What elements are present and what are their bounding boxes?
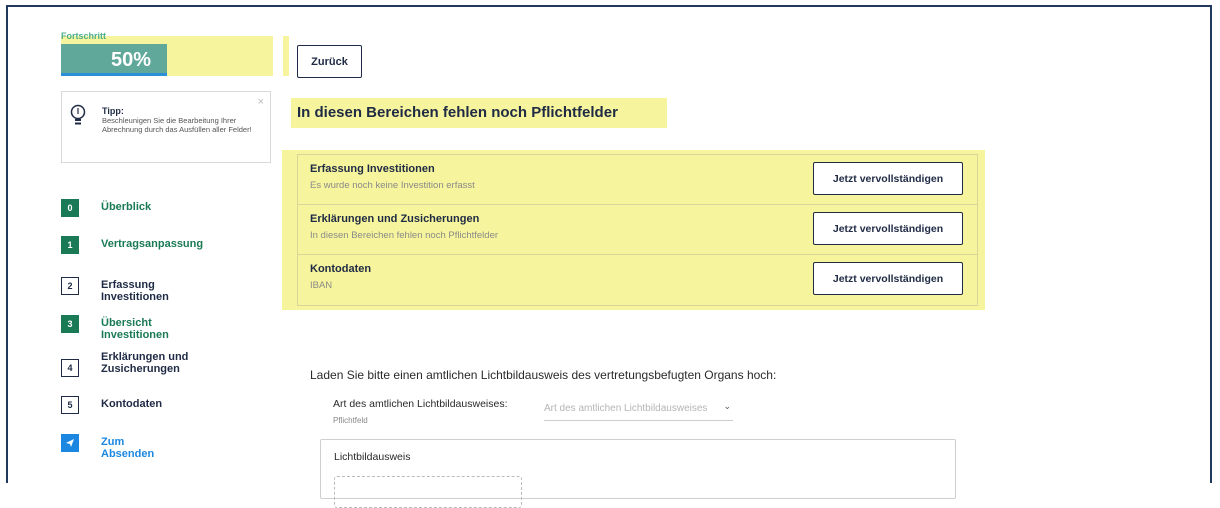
- step-badge: 5: [61, 396, 79, 414]
- row-title: Erfassung Investitionen: [310, 163, 435, 175]
- row-title: Erklärungen und Zusicherungen: [310, 213, 480, 225]
- step-badge: 3: [61, 315, 79, 333]
- step-badge: 4: [61, 359, 79, 377]
- step-label: Überblick: [101, 201, 152, 213]
- progress-percent: 50%: [110, 49, 152, 71]
- required-hint: Pflichtfeld: [333, 416, 368, 425]
- id-type-select[interactable]: Art des amtlichen Lichtbildausweises ⌄: [544, 401, 733, 421]
- missing-fields-list: Erfassung Investitionen Es wurde noch ke…: [297, 154, 978, 306]
- chevron-down-icon: ⌄: [723, 401, 731, 411]
- card-title: Lichtbildausweis: [334, 451, 411, 463]
- list-item: Erfassung Investitionen Es wurde noch ke…: [298, 155, 977, 205]
- row-subtitle: IBAN: [310, 280, 333, 291]
- complete-button[interactable]: Jetzt vervollständigen: [813, 262, 963, 295]
- id-type-label: Art des amtlichen Lichtbildausweises:: [333, 398, 508, 410]
- tip-text: Beschleunigen Sie die Bearbeitung Ihrer …: [102, 116, 252, 134]
- id-upload-card: Lichtbildausweis: [320, 439, 956, 508]
- row-subtitle: In diesen Bereichen fehlen noch Pflichtf…: [310, 230, 499, 241]
- upload-dropzone[interactable]: [334, 476, 522, 508]
- tip-box: Tipp: Beschleunigen Sie die Bearbeitung …: [61, 91, 271, 163]
- step-label: Kontodaten: [101, 398, 163, 410]
- step-label: Erklärungen und Zusicherungen: [101, 351, 189, 375]
- send-icon: [61, 434, 79, 452]
- page-title: In diesen Bereichen fehlen noch Pflichtf…: [297, 104, 618, 121]
- list-item: Erklärungen und Zusicherungen In diesen …: [298, 205, 977, 255]
- lightbulb-icon: [70, 104, 86, 125]
- list-item: Kontodaten IBAN Jetzt vervollständigen: [298, 255, 977, 305]
- row-title: Kontodaten: [310, 263, 372, 275]
- progress-caption: Fortschritt: [61, 31, 106, 41]
- select-placeholder: Art des amtlichen Lichtbildausweises: [544, 403, 708, 414]
- row-subtitle: Es wurde noch keine Investition erfasst: [310, 180, 475, 191]
- step-badge: 2: [61, 277, 79, 295]
- step-label: Vertragsanpassung: [101, 238, 204, 250]
- step-label: Erfassung Investitionen: [101, 279, 169, 303]
- complete-button[interactable]: Jetzt vervollständigen: [813, 162, 963, 195]
- step-badge: 1: [61, 236, 79, 254]
- close-icon[interactable]: ×: [258, 96, 264, 108]
- back-highlight: [283, 36, 289, 76]
- step-label: Übersicht Investitionen: [101, 317, 169, 341]
- step-badge: 0: [61, 199, 79, 217]
- step-label: Zum Absenden: [101, 436, 155, 460]
- upload-intro: Laden Sie bitte einen amtlichen Lichtbil…: [310, 368, 777, 382]
- back-button[interactable]: Zurück: [297, 45, 362, 78]
- tip-title: Tipp:: [102, 106, 124, 116]
- complete-button[interactable]: Jetzt vervollständigen: [813, 212, 963, 245]
